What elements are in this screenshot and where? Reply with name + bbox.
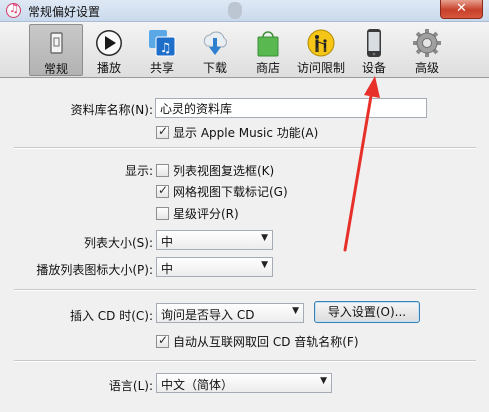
play-icon [96,30,122,56]
window-title: 常规偏好设置 [28,5,101,19]
library-name-label: 资料库名称(N): [70,103,153,117]
tab-general[interactable]: 常规 [29,24,83,76]
import-settings-button[interactable]: 导入设置(O)... [314,301,420,323]
tab-store[interactable]: 商店 [241,24,295,76]
tab-devices[interactable]: 设备 [347,24,401,76]
list-size-select[interactable]: 中 ▼ [156,230,273,250]
chevron-down-icon: ▼ [320,376,327,386]
tab-label: 设备 [361,61,386,75]
svg-text:♫: ♫ [160,41,172,56]
tab-label: 高级 [414,61,439,75]
auto-retrieve-cd-names-label: 自动从互联网取回 CD 音轨名称(F) [173,335,359,349]
device-phone-icon [367,29,381,57]
grid-view-download-badges-checkbox[interactable] [156,183,169,198]
language-select[interactable]: 中文（简体） ▼ [156,373,332,393]
close-button[interactable]: ✕ [440,0,483,19]
auto-retrieve-cd-names-checkbox[interactable] [156,333,169,348]
tab-restrictions[interactable]: 访问限制 [294,24,348,76]
star-ratings-row[interactable]: 星级评分(R) [156,205,239,222]
playlist-icon-size-label: 播放列表图标大小(P): [36,263,153,277]
tab-label: 下载 [202,61,227,75]
auto-retrieve-cd-names-row[interactable]: 自动从互联网取回 CD 音轨名称(F) [156,333,359,350]
chevron-down-icon: ▼ [261,260,268,270]
insert-cd-select[interactable]: 询问是否导入 CD ▼ [156,303,304,323]
library-name-input[interactable] [155,98,427,118]
list-view-checkboxes-label: 列表视图复选框(K) [173,164,275,178]
language-label: 语言(L): [108,379,153,393]
show-apple-music-checkbox[interactable] [156,124,169,139]
star-ratings-label: 星级评分(R) [173,207,239,221]
general-settings-panel: 资料库名称(N): 显示 Apple Music 功能(A) 显示: 列表视图复… [0,79,489,412]
list-view-checkboxes-row[interactable]: 列表视图复选框(K) [156,162,274,179]
parental-restrictions-icon [307,29,335,57]
preferences-toolbar: 常规 播放 ♫ 共享 下载 商店 访问限制 设备 高级 [0,22,489,78]
display-label: 显示: [124,164,153,178]
itunes-app-icon [6,2,21,18]
chevron-down-icon: ▼ [292,306,299,316]
tab-label: 播放 [96,61,121,75]
general-icon [50,32,63,54]
insert-cd-value: 询问是否导入 CD [161,308,255,322]
show-apple-music-label: 显示 Apple Music 功能(A) [173,126,319,140]
tab-label: 商店 [255,61,280,75]
tab-advanced[interactable]: 高级 [400,24,454,76]
section-divider [14,289,476,291]
grid-view-download-badges-label: 网格视图下载标记(G) [173,185,288,199]
title-bar: 常规偏好设置 ✕ [0,0,489,22]
download-icon [203,31,227,55]
list-view-checkboxes-checkbox[interactable] [156,164,169,177]
tab-playback[interactable]: 播放 [82,24,136,76]
list-size-value: 中 [161,235,174,249]
tab-sharing[interactable]: ♫ 共享 [135,24,189,76]
grid-view-download-badges-row[interactable]: 网格视图下载标记(G) [156,183,288,200]
insert-cd-label: 插入 CD 时(C): [69,309,153,323]
gear-icon [413,29,441,57]
list-size-label: 列表大小(S): [83,236,153,250]
section-divider [14,147,476,149]
sharing-icon: ♫ [149,30,176,57]
apple-logo-icon [228,2,242,19]
show-apple-music-checkbox-row[interactable]: 显示 Apple Music 功能(A) [156,124,318,141]
playlist-icon-size-value: 中 [161,262,174,276]
chevron-down-icon: ▼ [261,233,268,243]
section-divider [14,360,476,362]
playlist-icon-size-select[interactable]: 中 ▼ [156,257,273,277]
language-value: 中文（简体） [161,378,234,392]
tab-label: 访问限制 [296,61,345,75]
tab-label: 常规 [43,62,68,76]
tab-downloads[interactable]: 下载 [188,24,242,76]
store-bag-icon [257,31,279,57]
tab-label: 共享 [149,61,174,75]
star-ratings-checkbox[interactable] [156,207,169,220]
